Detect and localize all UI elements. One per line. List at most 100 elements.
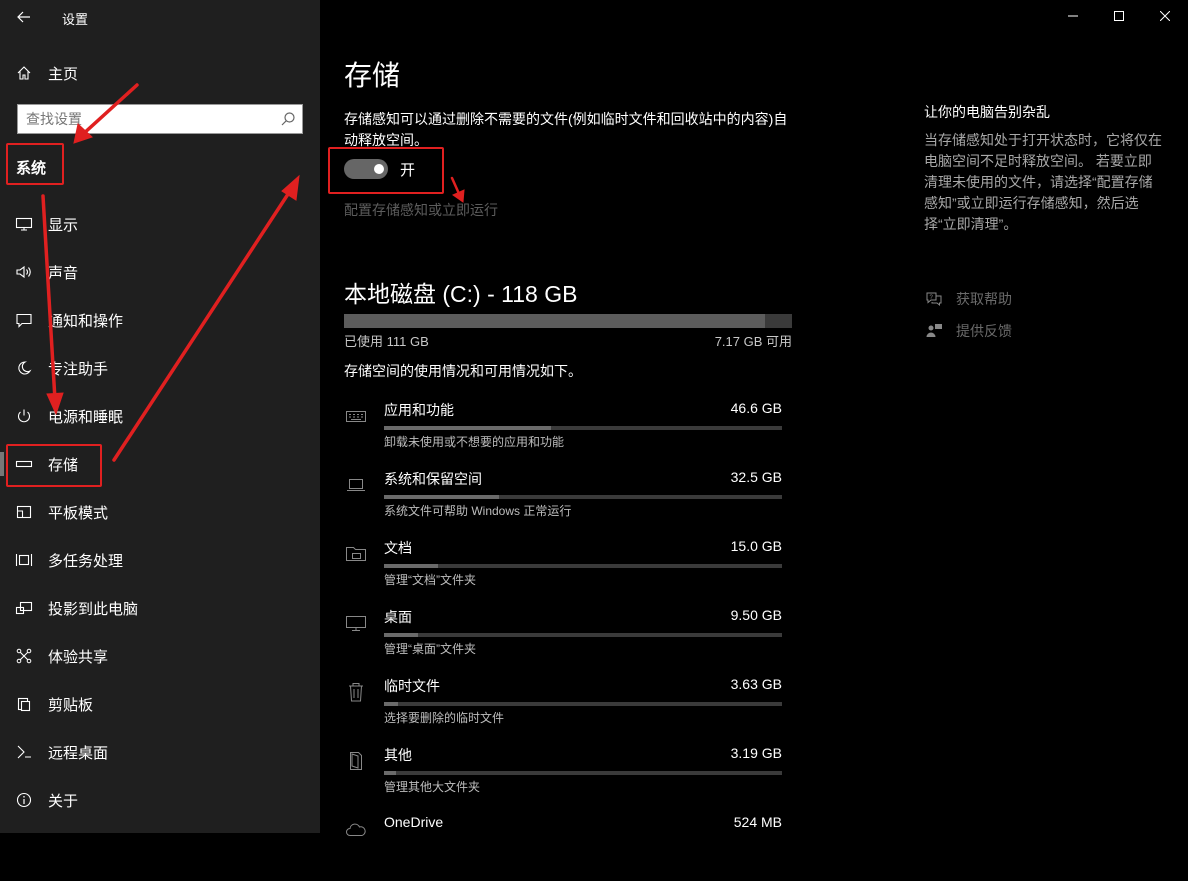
sidebar-item-label: 声音 xyxy=(48,264,79,282)
sidebar-item-home[interactable]: 主页 xyxy=(0,56,320,90)
section-title: 系统 xyxy=(16,160,47,177)
category-bar xyxy=(384,495,782,499)
storage-category-list: 应用和功能 46.6 GB 卸载未使用或不想要的应用和功能 系统和保留空间 32… xyxy=(344,398,784,881)
category-system[interactable]: 系统和保留空间 32.5 GB 系统文件可帮助 Windows 正常运行 xyxy=(344,467,784,536)
arrow-left-icon xyxy=(17,11,30,23)
category-subtitle: 选择要删除的临时文件 xyxy=(384,711,505,725)
category-size: 3.19 GB xyxy=(730,745,782,761)
sidebar-item-label: 远程桌面 xyxy=(48,744,109,762)
storage-sense-toggle[interactable] xyxy=(344,159,388,179)
trash-icon xyxy=(344,680,368,704)
search-icon[interactable] xyxy=(280,111,296,127)
minimize-icon xyxy=(1068,15,1078,17)
category-bar xyxy=(384,426,782,430)
category-name: 桌面 xyxy=(384,609,412,625)
category-bar-fill xyxy=(384,564,438,568)
category-subtitle: 管理“文档”文件夹 xyxy=(384,573,476,587)
sidebar-item-about[interactable]: 关于 xyxy=(0,776,320,824)
sidebar-item-display[interactable]: 显示 xyxy=(0,200,320,248)
category-bar-fill xyxy=(384,495,500,499)
category-name: 系统和保留空间 xyxy=(384,471,482,487)
sidebar-item-label: 多任务处理 xyxy=(48,552,124,570)
sidebar-item-label: 投影到此电脑 xyxy=(48,600,139,618)
sidebar: 设置 主页 系统 显示 声音 通知和操作 专注助手 电源和睡眠 xyxy=(0,0,320,833)
sidebar-item-label: 体验共享 xyxy=(48,648,109,666)
give-feedback-link[interactable]: 提供反馈 xyxy=(924,315,1012,347)
maximize-button[interactable] xyxy=(1096,0,1142,32)
info-icon xyxy=(14,790,34,810)
disk-free-label: 7.17 GB 可用 xyxy=(714,334,792,349)
sidebar-item-focus-assist[interactable]: 专注助手 xyxy=(0,344,320,392)
storage-sense-description: 存储感知可以通过删除不需要的文件(例如临时文件和回收站中的内容)自动释放空间。 xyxy=(344,111,788,148)
project-icon xyxy=(14,598,34,618)
power-icon xyxy=(14,406,34,426)
side-panel: 让你的电脑告别杂乱 当存储感知处于打开状态时，它将仅在电脑空间不足时释放空间。 … xyxy=(924,102,1164,235)
sidebar-item-power-sleep[interactable]: 电源和睡眠 xyxy=(0,392,320,440)
category-name: OneDrive xyxy=(384,814,444,830)
category-name: 其他 xyxy=(384,747,412,763)
category-other[interactable]: 其他 3.19 GB 管理其他大文件夹 xyxy=(344,743,784,812)
sidebar-item-shared-experiences[interactable]: 体验共享 xyxy=(0,632,320,680)
category-subtitle: 管理“桌面”文件夹 xyxy=(384,642,476,656)
category-size: 46.6 GB xyxy=(730,400,782,416)
sidebar-nav: 显示 声音 通知和操作 专注助手 电源和睡眠 存储 平板模式 多任务处理 投影到… xyxy=(0,200,320,824)
sidebar-item-storage[interactable]: 存储 xyxy=(0,440,320,488)
configure-storage-sense-link[interactable]: 配置存储感知或立即运行 xyxy=(344,200,498,220)
toggle-state-label: 开 xyxy=(400,162,416,179)
side-panel-description: 当存储感知处于打开状态时，它将仅在电脑空间不足时释放空间。 若要立即清理未使用的… xyxy=(924,132,1162,232)
category-subtitle: 系统文件可帮助 Windows 正常运行 xyxy=(384,504,572,518)
speaker-icon xyxy=(14,262,34,282)
sidebar-item-remote-desktop[interactable]: 远程桌面 xyxy=(0,728,320,776)
side-panel-links: ? 获取帮助 提供反馈 xyxy=(924,283,1012,347)
back-button[interactable] xyxy=(10,4,38,30)
category-bar xyxy=(384,564,782,568)
category-size: 9.50 GB xyxy=(730,607,782,623)
sidebar-item-label: 存储 xyxy=(48,456,79,474)
category-bar xyxy=(384,771,782,775)
give-feedback-label: 提供反馈 xyxy=(956,323,1012,339)
page-title: 存储 xyxy=(344,60,401,91)
disk-usage-bar xyxy=(344,314,792,328)
category-bar-fill xyxy=(384,771,396,775)
notification-icon xyxy=(14,310,34,330)
close-button[interactable] xyxy=(1142,0,1188,32)
sidebar-item-label: 显示 xyxy=(48,216,79,234)
home-label: 主页 xyxy=(48,65,79,83)
window-controls xyxy=(1050,0,1188,32)
minimize-button[interactable] xyxy=(1050,0,1096,32)
sidebar-item-multitasking[interactable]: 多任务处理 xyxy=(0,536,320,584)
category-apps[interactable]: 应用和功能 46.6 GB 卸载未使用或不想要的应用和功能 xyxy=(344,398,784,467)
maximize-icon xyxy=(1114,11,1124,21)
category-documents[interactable]: 文档 15.0 GB 管理“文档”文件夹 xyxy=(344,536,784,605)
close-icon xyxy=(1160,11,1170,21)
get-help-link[interactable]: ? 获取帮助 xyxy=(924,283,1012,315)
category-temp-files[interactable]: 临时文件 3.63 GB 选择要删除的临时文件 xyxy=(344,674,784,743)
sidebar-item-label: 专注助手 xyxy=(48,360,109,378)
folder-icon xyxy=(344,542,368,566)
main-content: 存储 存储感知可以通过删除不需要的文件(例如临时文件和回收站中的内容)自动释放空… xyxy=(320,0,1188,836)
category-name: 临时文件 xyxy=(384,678,440,694)
title-bar: 设置 xyxy=(0,0,320,34)
feedback-icon xyxy=(924,321,944,341)
disk-used-label: 已使用 111 GB xyxy=(344,334,429,349)
category-size: 32.5 GB xyxy=(730,469,782,485)
window-title: 设置 xyxy=(62,12,89,27)
sidebar-item-clipboard[interactable]: 剪贴板 xyxy=(0,680,320,728)
category-bar-fill xyxy=(384,702,398,706)
disk-title: 本地磁盘 (C:) - 118 GB xyxy=(344,281,578,307)
category-name: 应用和功能 xyxy=(384,402,454,418)
tablet-icon xyxy=(14,502,34,522)
category-subtitle: 卸载未使用或不想要的应用和功能 xyxy=(384,435,565,449)
category-bar xyxy=(384,702,782,706)
sidebar-item-tablet-mode[interactable]: 平板模式 xyxy=(0,488,320,536)
sidebar-item-label: 通知和操作 xyxy=(48,312,124,330)
search-box[interactable] xyxy=(17,104,303,134)
category-desktop[interactable]: 桌面 9.50 GB 管理“桌面”文件夹 xyxy=(344,605,784,674)
sidebar-item-sound[interactable]: 声音 xyxy=(0,248,320,296)
share-icon xyxy=(14,646,34,666)
category-bar-fill xyxy=(384,633,418,637)
category-onedrive[interactable]: OneDrive 524 MB xyxy=(344,812,784,881)
sidebar-item-project[interactable]: 投影到此电脑 xyxy=(0,584,320,632)
search-input[interactable] xyxy=(26,110,266,128)
sidebar-item-notifications[interactable]: 通知和操作 xyxy=(0,296,320,344)
